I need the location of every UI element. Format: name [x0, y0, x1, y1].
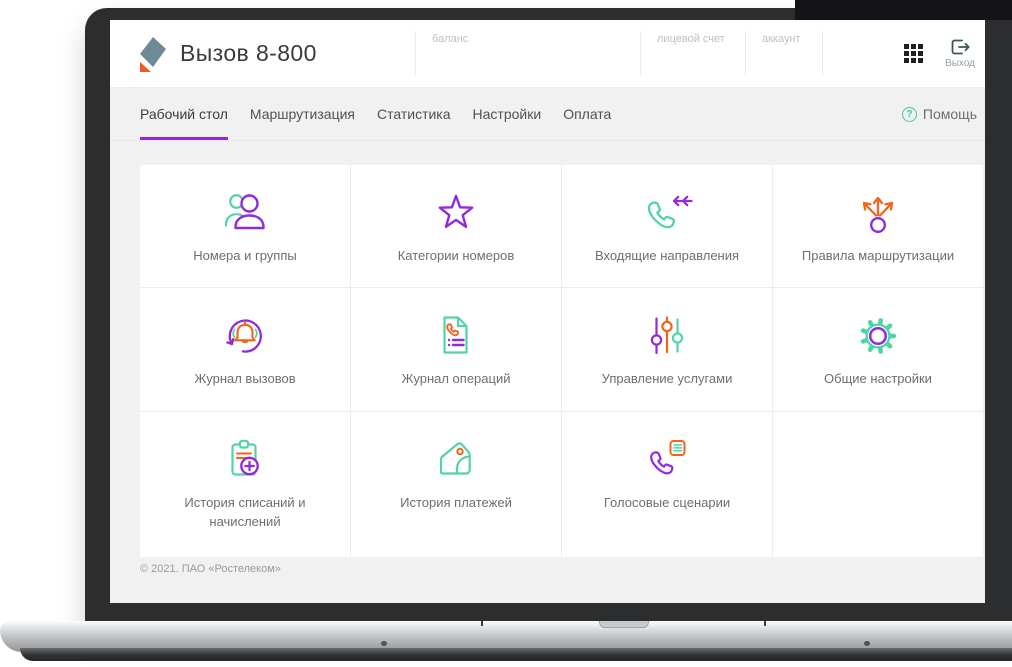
wallet-icon [439, 442, 471, 475]
balance-label: баланс [432, 33, 469, 45]
tile-call-log[interactable]: Журнал вызовов [140, 288, 350, 411]
tile-routing-rules[interactable]: Правила маршрутизации [773, 165, 983, 287]
laptop-latch-notch [599, 621, 649, 628]
tab-statistics[interactable]: Статистика [377, 88, 451, 140]
header-divider [822, 31, 823, 76]
app-title: Вызов 8-800 [180, 40, 317, 66]
dashboard-grid: Номера и группы Категории номеров Входящ… [140, 165, 983, 557]
app-window: Вызов 8-800 баланс лицевой счет аккаунт [110, 20, 985, 603]
gear-icon [860, 318, 897, 354]
tile-label: Журнал операций [401, 371, 511, 386]
brand[interactable]: Вызов 8-800 [110, 20, 415, 87]
tile-payments-history[interactable]: История платежей [351, 412, 561, 557]
tile-label: Управление услугами [601, 371, 733, 386]
rostelecom-logo-icon [140, 36, 166, 72]
help-label: Помощь [922, 106, 977, 122]
laptop-hinge-mark [764, 621, 766, 626]
tile-operations-log[interactable]: Журнал операций [351, 288, 561, 411]
routing-arrows-icon [862, 196, 894, 234]
account-field: аккаунт [746, 20, 822, 87]
sliders-icon [650, 316, 684, 355]
star-icon [438, 194, 474, 228]
tile-label: Общие настройки [824, 371, 932, 386]
personal-account-label: лицевой счет [657, 33, 725, 45]
tile-number-categories[interactable]: Категории номеров [351, 165, 561, 287]
tile-label: История списаний и начислений [184, 495, 306, 529]
document-phone-icon [443, 316, 468, 354]
tile-incoming-directions[interactable]: Входящие направления [562, 165, 772, 287]
tile-charges-history[interactable]: История списаний и начислений [140, 412, 350, 557]
laptop-lid-edge [795, 0, 1012, 20]
tab-settings[interactable]: Настройки [473, 88, 542, 140]
tile-label: Голосовые сценарии [603, 495, 731, 510]
tile-empty-cell [773, 412, 983, 557]
tab-routing[interactable]: Маршрутизация [250, 88, 355, 140]
app-header: Вызов 8-800 баланс лицевой счет аккаунт [110, 20, 985, 88]
tile-voice-scenarios[interactable]: Голосовые сценарии [562, 412, 772, 557]
account-label: аккаунт [762, 33, 801, 45]
laptop-base-edge [20, 648, 1012, 661]
balance-field: баланс [416, 20, 640, 87]
clipboard-plus-icon [231, 439, 259, 476]
laptop-screw [864, 641, 870, 646]
apps-grid-icon [904, 44, 924, 63]
laptop-hinge-mark [481, 621, 483, 626]
question-circle-icon: ? [901, 106, 917, 122]
logout-button[interactable]: Выход [945, 39, 975, 69]
tile-label: Правила маршрутизации [801, 248, 955, 263]
laptop-mockup: Вызов 8-800 баланс лицевой счет аккаунт [0, 0, 1012, 667]
copyright: © 2021. ПАО «Ростелеком» [140, 563, 281, 575]
incoming-call-icon [647, 195, 693, 229]
tile-label: Входящие направления [594, 248, 740, 263]
tile-label: Категории номеров [397, 248, 515, 263]
tab-desktop[interactable]: Рабочий стол [140, 88, 228, 140]
logout-icon [951, 39, 970, 54]
call-log-bell-icon [226, 319, 262, 353]
tile-label: Номера и группы [193, 248, 297, 263]
users-icon [224, 194, 265, 230]
personal-account-field: лицевой счет [641, 20, 745, 87]
header-actions: Выход [904, 20, 985, 87]
tile-service-management[interactable]: Управление услугами [562, 288, 772, 411]
help-link[interactable]: ? Помощь [901, 88, 977, 140]
logout-label: Выход [945, 57, 975, 69]
phone-script-icon [650, 440, 686, 475]
tile-label: История платежей [400, 495, 512, 510]
main-nav: Рабочий стол Маршрутизация Статистика На… [110, 88, 985, 141]
tile-numbers-and-groups[interactable]: Номера и группы [140, 165, 350, 287]
apps-grid-button[interactable] [904, 44, 924, 63]
tab-payment[interactable]: Оплата [563, 88, 611, 140]
tile-general-settings[interactable]: Общие настройки [773, 288, 983, 411]
laptop-screw [381, 641, 387, 646]
tile-label: Журнал вызовов [194, 371, 296, 386]
